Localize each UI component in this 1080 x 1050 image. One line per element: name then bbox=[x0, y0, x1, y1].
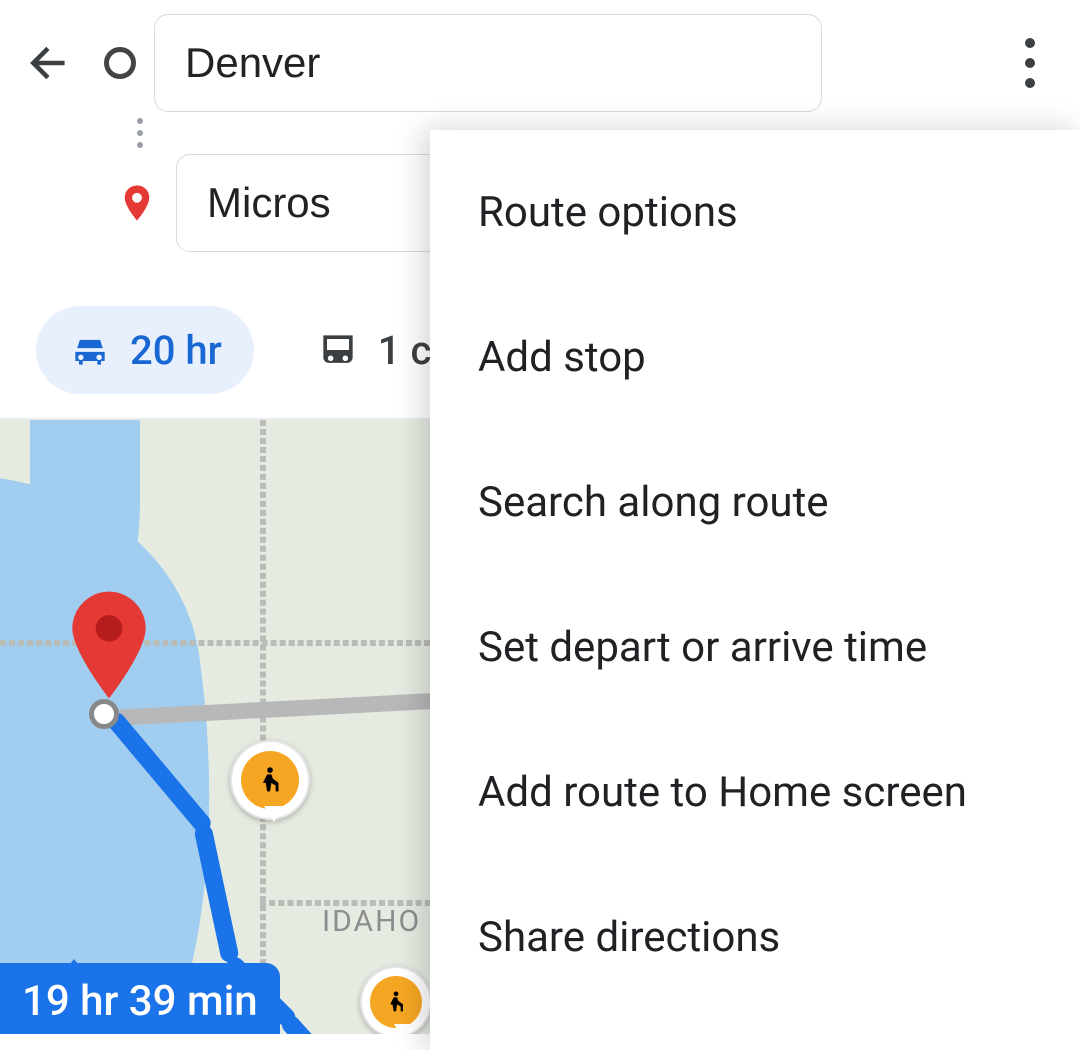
map-destination-pin-icon[interactable] bbox=[69, 590, 149, 700]
arrow-left-icon bbox=[25, 38, 75, 88]
menu-add-home-screen[interactable]: Add route to Home screen bbox=[430, 720, 1080, 865]
destination-pin-icon bbox=[116, 182, 158, 224]
origin-marker-icon bbox=[104, 47, 136, 79]
origin-row bbox=[20, 14, 1060, 112]
car-icon bbox=[68, 328, 112, 372]
menu-search-along-route[interactable]: Search along route bbox=[430, 430, 1080, 575]
mode-drive[interactable]: 20 hr bbox=[36, 306, 254, 394]
menu-set-depart-arrive[interactable]: Set depart or arrive time bbox=[430, 575, 1080, 720]
menu-route-options[interactable]: Route options bbox=[430, 140, 1080, 285]
waypoint-dots-icon bbox=[124, 118, 156, 148]
mode-transit-time: 1 c bbox=[378, 327, 432, 374]
map-state-label: IDAHO bbox=[322, 904, 421, 939]
route-time-text: 19 hr 39 min bbox=[22, 977, 258, 1026]
transit-icon bbox=[316, 328, 360, 372]
construction-icon bbox=[370, 976, 422, 1028]
more-vert-icon bbox=[1025, 38, 1035, 88]
map-state-border bbox=[0, 640, 430, 646]
map-alert-bubble[interactable] bbox=[230, 740, 310, 820]
mode-drive-time: 20 hr bbox=[130, 327, 222, 374]
overflow-menu-button[interactable] bbox=[1000, 14, 1060, 112]
route-time-callout[interactable]: 19 hr 39 min bbox=[0, 963, 280, 1034]
construction-icon bbox=[241, 751, 299, 809]
map-origin-dot-icon bbox=[89, 699, 119, 729]
map-route-line bbox=[278, 1012, 372, 1034]
origin-input[interactable] bbox=[154, 14, 822, 112]
back-button[interactable] bbox=[20, 33, 80, 93]
menu-add-stop[interactable]: Add stop bbox=[430, 285, 1080, 430]
menu-share-directions[interactable]: Share directions bbox=[430, 865, 1080, 1010]
overflow-menu: Route options Add stop Search along rout… bbox=[430, 130, 1080, 1050]
map-alert-bubble[interactable] bbox=[360, 966, 432, 1034]
